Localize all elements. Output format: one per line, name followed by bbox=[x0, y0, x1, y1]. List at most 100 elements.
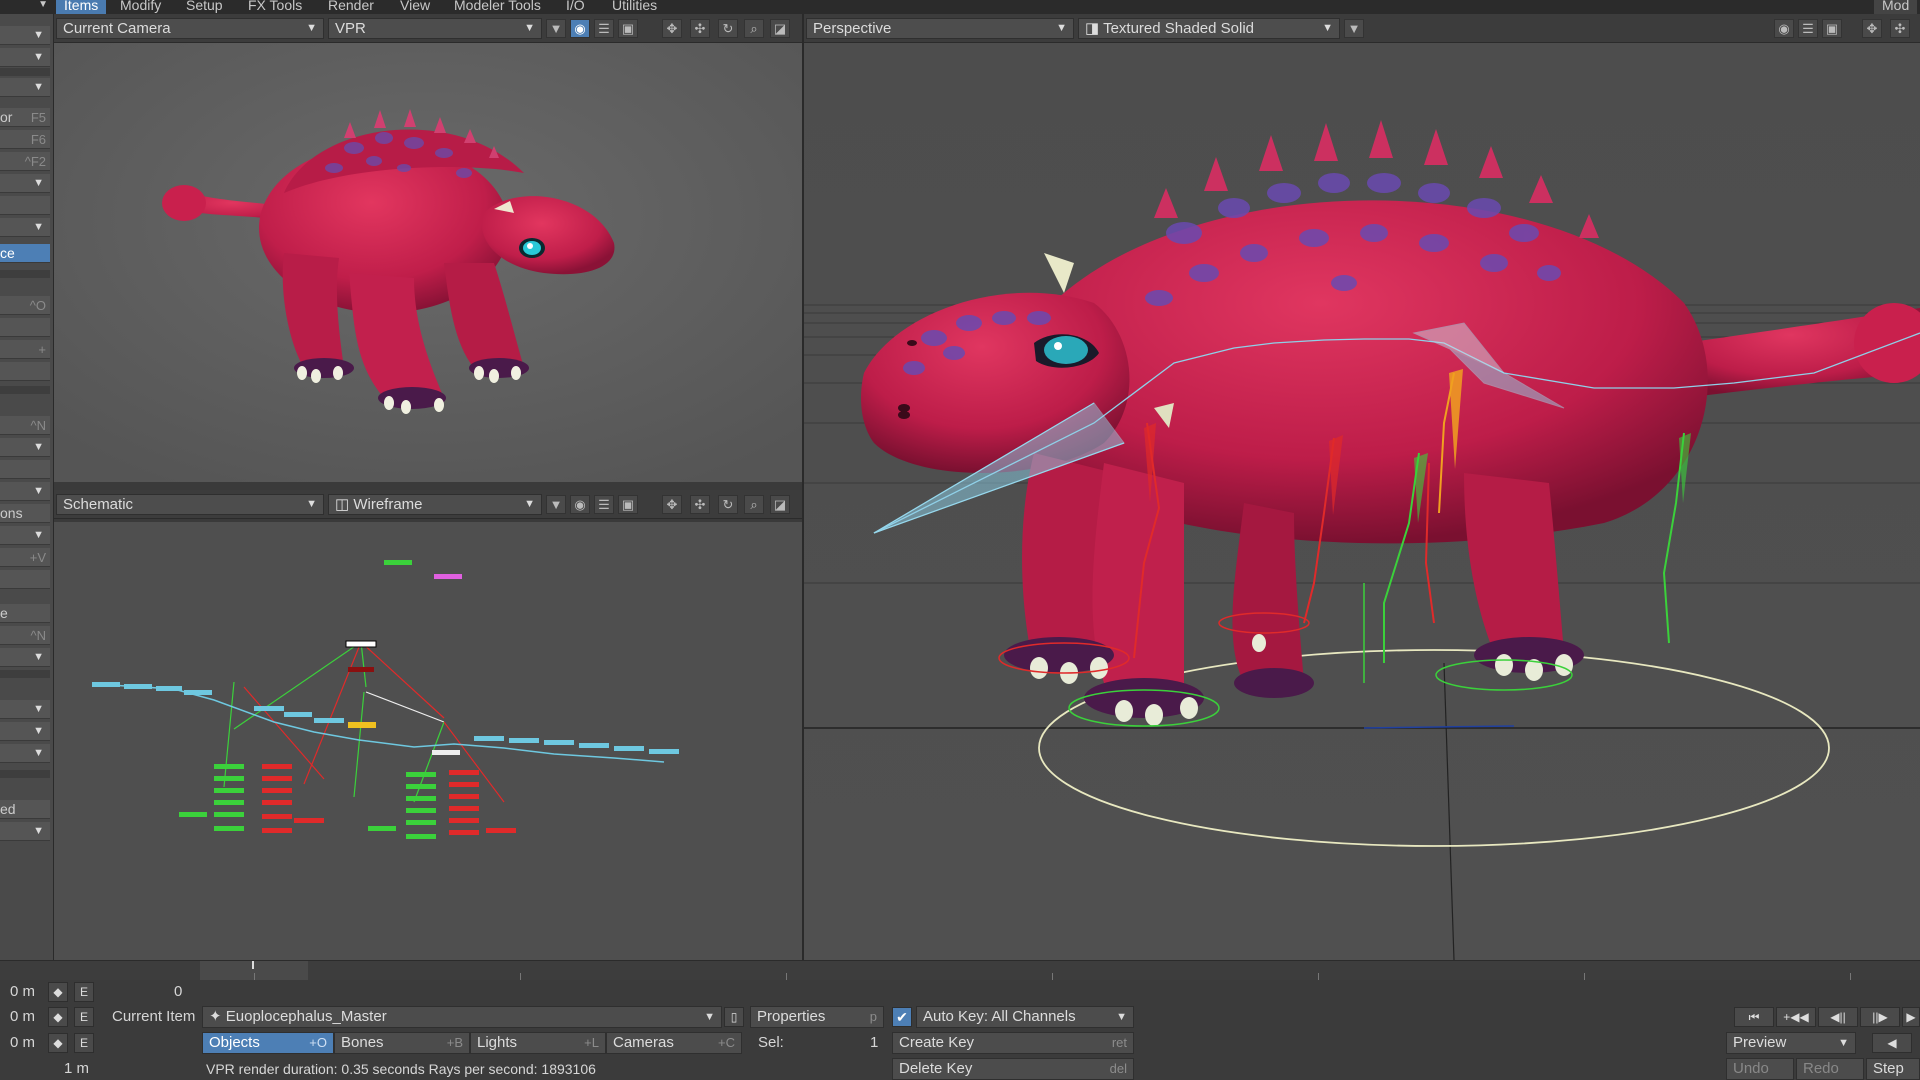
chevron-down-icon[interactable]: ▼ bbox=[546, 495, 566, 514]
pan-icon[interactable]: ✣ bbox=[1890, 19, 1910, 38]
camera-render-select[interactable]: VPR ▼ bbox=[328, 18, 542, 39]
menu-view[interactable]: View bbox=[392, 0, 438, 14]
zoom-icon[interactable]: ⌕ bbox=[744, 19, 764, 38]
sidebar-dropdown[interactable]: ▼ bbox=[0, 648, 50, 667]
move-arrows-icon[interactable]: ◆ bbox=[48, 1033, 68, 1053]
sidebar-button[interactable]: ^N bbox=[0, 626, 50, 645]
auto-key-checkbox[interactable]: ✔ bbox=[892, 1007, 912, 1027]
menu-fx-tools[interactable]: FX Tools bbox=[240, 0, 310, 14]
list-icon[interactable]: ☰ bbox=[594, 19, 614, 38]
rotate-icon[interactable]: ↻ bbox=[718, 19, 738, 38]
save-icon[interactable]: ▣ bbox=[618, 495, 638, 514]
current-item-select[interactable]: ✦ Euoplocephalus_Master ▼ bbox=[202, 1006, 722, 1028]
perspective-render-select[interactable]: ◨ Textured Shaded Solid ▼ bbox=[1078, 18, 1340, 39]
schematic-viewport[interactable] bbox=[54, 522, 802, 960]
sidebar-button-active[interactable]: ce bbox=[0, 244, 50, 263]
sidebar-button[interactable] bbox=[0, 318, 50, 337]
move-arrows-icon[interactable]: ◆ bbox=[48, 1007, 68, 1027]
sidebar-button[interactable]: ^F2 bbox=[0, 152, 50, 171]
item-options-icon[interactable]: ▯ bbox=[724, 1007, 744, 1027]
sidebar-dropdown[interactable]: ▼ bbox=[0, 744, 50, 763]
playhead-marker[interactable] bbox=[252, 961, 254, 969]
step-button[interactable]: Step bbox=[1866, 1058, 1920, 1080]
delete-key-button[interactable]: Delete Key del bbox=[892, 1058, 1134, 1080]
lights-button[interactable]: Lights +L bbox=[470, 1032, 606, 1054]
sidebar-dropdown[interactable]: ▼ bbox=[0, 438, 50, 457]
undo-button[interactable]: Undo bbox=[1726, 1058, 1794, 1080]
schematic-render-select[interactable]: ◫ Wireframe ▼ bbox=[328, 494, 542, 515]
sidebar-button[interactable] bbox=[0, 196, 50, 215]
move-icon[interactable]: ✥ bbox=[662, 19, 682, 38]
sidebar-button[interactable]: ^N bbox=[0, 416, 50, 435]
sidebar-button[interactable]: ons bbox=[0, 504, 50, 523]
sidebar-button[interactable]: ed bbox=[0, 800, 50, 819]
move-icon[interactable]: ✥ bbox=[662, 495, 682, 514]
save-icon[interactable]: ▣ bbox=[1822, 19, 1842, 38]
perspective-viewport[interactable] bbox=[804, 43, 1920, 960]
menu-render[interactable]: Render bbox=[320, 0, 382, 14]
menu-modes[interactable]: Mod bbox=[1874, 0, 1918, 14]
envelope-e-button[interactable]: E bbox=[74, 1033, 94, 1053]
redo-button[interactable]: Redo bbox=[1796, 1058, 1864, 1080]
maximize-icon[interactable]: ◪ bbox=[770, 19, 790, 38]
sidebar-dropdown[interactable]: ▼ bbox=[0, 78, 50, 97]
move-icon[interactable]: ✥ bbox=[1862, 19, 1882, 38]
menu-items[interactable]: Items bbox=[56, 0, 107, 14]
save-icon[interactable]: ▣ bbox=[618, 19, 638, 38]
pan-icon[interactable]: ✣ bbox=[690, 495, 710, 514]
camera-icon[interactable]: ◉ bbox=[570, 495, 590, 514]
step-back-icon[interactable]: ◀|| bbox=[1818, 1007, 1858, 1027]
play-reverse-icon[interactable]: ◀ bbox=[1872, 1033, 1912, 1053]
chevron-down-icon[interactable]: ▼ bbox=[1344, 19, 1364, 38]
create-key-button[interactable]: Create Key ret bbox=[892, 1032, 1134, 1054]
preview-select[interactable]: Preview ▼ bbox=[1726, 1032, 1856, 1054]
chevron-down-icon[interactable]: ▼ bbox=[546, 19, 566, 38]
sidebar-button[interactable]: or F5 bbox=[0, 108, 50, 127]
step-forward-icon[interactable]: ||▶ bbox=[1860, 1007, 1900, 1027]
zoom-icon[interactable]: ⌕ bbox=[744, 495, 764, 514]
menu-utilities[interactable]: Utilities bbox=[604, 0, 665, 14]
properties-button[interactable]: Properties p bbox=[750, 1006, 884, 1028]
list-icon[interactable]: ☰ bbox=[1798, 19, 1818, 38]
sidebar-dropdown[interactable]: ▼ bbox=[0, 48, 50, 67]
sidebar-button[interactable] bbox=[0, 362, 50, 381]
auto-key-select[interactable]: Auto Key: All Channels ▼ bbox=[916, 1006, 1134, 1028]
sidebar-dropdown[interactable]: ▼ bbox=[0, 822, 50, 841]
jump-start-icon[interactable]: ⏮ bbox=[1734, 1007, 1774, 1027]
schematic-view-select[interactable]: Schematic ▼ bbox=[56, 494, 324, 515]
menu-dropdown-left[interactable]: ▼ bbox=[0, 0, 54, 14]
sidebar-dropdown[interactable]: ▼ bbox=[0, 526, 50, 545]
camera-view-select[interactable]: Current Camera ▼ bbox=[56, 18, 324, 39]
sidebar-dropdown[interactable]: ▼ bbox=[0, 218, 50, 237]
sidebar-button[interactable]: + bbox=[0, 340, 50, 359]
bones-button[interactable]: Bones +B bbox=[334, 1032, 470, 1054]
sidebar-button[interactable]: e bbox=[0, 604, 50, 623]
list-icon[interactable]: ☰ bbox=[594, 495, 614, 514]
sidebar-dropdown[interactable]: ▼ bbox=[0, 722, 50, 741]
envelope-e-button[interactable]: E bbox=[74, 1007, 94, 1027]
maximize-icon[interactable]: ◪ bbox=[770, 495, 790, 514]
sidebar-dropdown[interactable]: ▼ bbox=[0, 482, 50, 501]
jump-end-icon[interactable]: ▶ bbox=[1902, 1007, 1920, 1027]
pan-icon[interactable]: ✣ bbox=[690, 19, 710, 38]
camera-icon[interactable]: ◉ bbox=[1774, 19, 1794, 38]
perspective-view-select[interactable]: Perspective ▼ bbox=[806, 18, 1074, 39]
sidebar-button[interactable]: ^O bbox=[0, 296, 50, 315]
sidebar-dropdown[interactable]: ▼ bbox=[0, 174, 50, 193]
sidebar-dropdown[interactable]: ▼ bbox=[0, 26, 50, 45]
sidebar-button[interactable] bbox=[0, 460, 50, 479]
move-arrows-icon[interactable]: ◆ bbox=[48, 982, 68, 1002]
sidebar-button[interactable]: +V bbox=[0, 548, 50, 567]
camera-viewport[interactable] bbox=[54, 43, 802, 482]
menu-setup[interactable]: Setup bbox=[178, 0, 231, 14]
menu-modify[interactable]: Modify bbox=[112, 0, 169, 14]
menu-modeler-tools[interactable]: Modeler Tools bbox=[446, 0, 549, 14]
menu-io[interactable]: I/O bbox=[558, 0, 593, 14]
sidebar-button[interactable]: F6 bbox=[0, 130, 50, 149]
prev-key-icon[interactable]: +◀◀ bbox=[1776, 1007, 1816, 1027]
cameras-button[interactable]: Cameras +C bbox=[606, 1032, 742, 1054]
camera-icon[interactable]: ◉ bbox=[570, 19, 590, 38]
sidebar-dropdown[interactable]: ▼ bbox=[0, 700, 50, 719]
envelope-e-button[interactable]: E bbox=[74, 982, 94, 1002]
objects-button[interactable]: Objects +O bbox=[202, 1032, 334, 1054]
